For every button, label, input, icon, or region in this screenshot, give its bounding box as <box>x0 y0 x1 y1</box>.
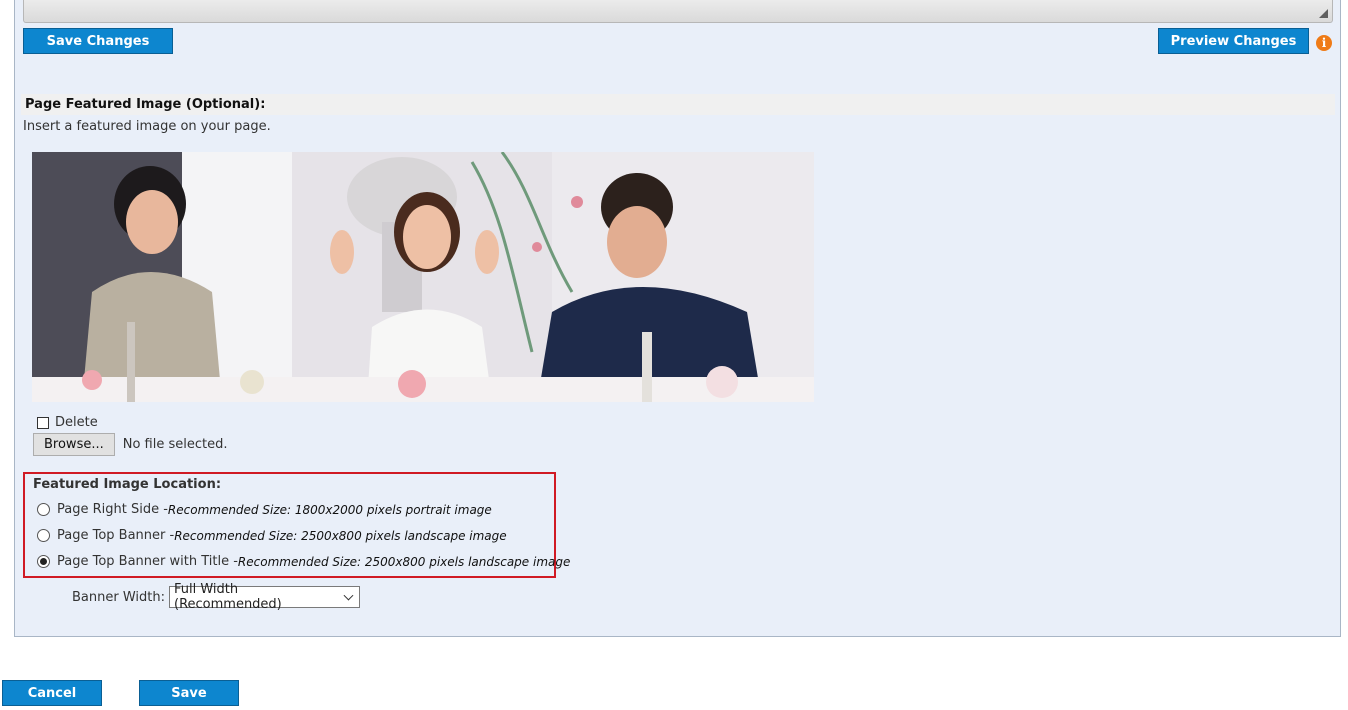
option-label: Page Right Side - <box>57 502 168 517</box>
radio-button-selected[interactable] <box>37 555 50 568</box>
content-editor-textarea[interactable] <box>23 0 1333 23</box>
delete-option[interactable]: Delete <box>37 415 98 430</box>
option-recommended-size: Recommended Size: 2500x800 pixels landsc… <box>237 554 571 569</box>
banner-width-select[interactable]: Full Width (Recommended) <box>169 582 360 612</box>
file-status-text: No file selected. <box>122 437 228 452</box>
radio-button[interactable] <box>37 529 50 542</box>
page-settings-panel: Save Changes Preview Changes i Page Feat… <box>14 0 1341 637</box>
option-recommended-size: Recommended Size: 2500x800 pixels landsc… <box>174 528 507 543</box>
delete-checkbox[interactable] <box>37 416 49 429</box>
option-label: Page Top Banner with Title - <box>57 554 238 569</box>
browse-button[interactable]: Browse... <box>33 433 115 456</box>
delete-label: Delete <box>55 415 98 430</box>
option-label: Page Top Banner - <box>57 528 175 543</box>
featured-image-description: Insert a featured image on your page. <box>23 119 271 134</box>
wedding-photo-image <box>32 152 814 402</box>
preview-changes-button[interactable]: Preview Changes <box>1158 28 1309 54</box>
save-button[interactable]: Save <box>139 680 239 706</box>
location-option-top-banner-with-title[interactable]: Page Top Banner with Title - Recommended… <box>37 554 570 569</box>
banner-width-selected: Full Width (Recommended) <box>174 582 282 612</box>
banner-width-row: Banner Width: Full Width (Recommended) <box>72 582 360 612</box>
info-icon[interactable]: i <box>1316 35 1332 51</box>
featured-image-location-group: Featured Image Location: Page Right Side… <box>23 472 570 578</box>
featured-image-header: Page Featured Image (Optional): <box>21 94 1335 115</box>
resize-handle-icon[interactable] <box>1319 9 1328 18</box>
location-title: Featured Image Location: <box>33 477 222 492</box>
banner-width-label: Banner Width: <box>72 589 165 605</box>
radio-button[interactable] <box>37 503 50 516</box>
cancel-button[interactable]: Cancel <box>2 680 102 706</box>
save-changes-button[interactable]: Save Changes <box>23 28 173 54</box>
location-option-right-side[interactable]: Page Right Side - Recommended Size: 1800… <box>37 502 492 517</box>
featured-image-preview <box>32 152 814 402</box>
location-option-top-banner[interactable]: Page Top Banner - Recommended Size: 2500… <box>37 528 507 543</box>
file-upload-row: Browse... No file selected. <box>33 433 227 456</box>
option-recommended-size: Recommended Size: 1800x2000 pixels portr… <box>167 502 492 517</box>
